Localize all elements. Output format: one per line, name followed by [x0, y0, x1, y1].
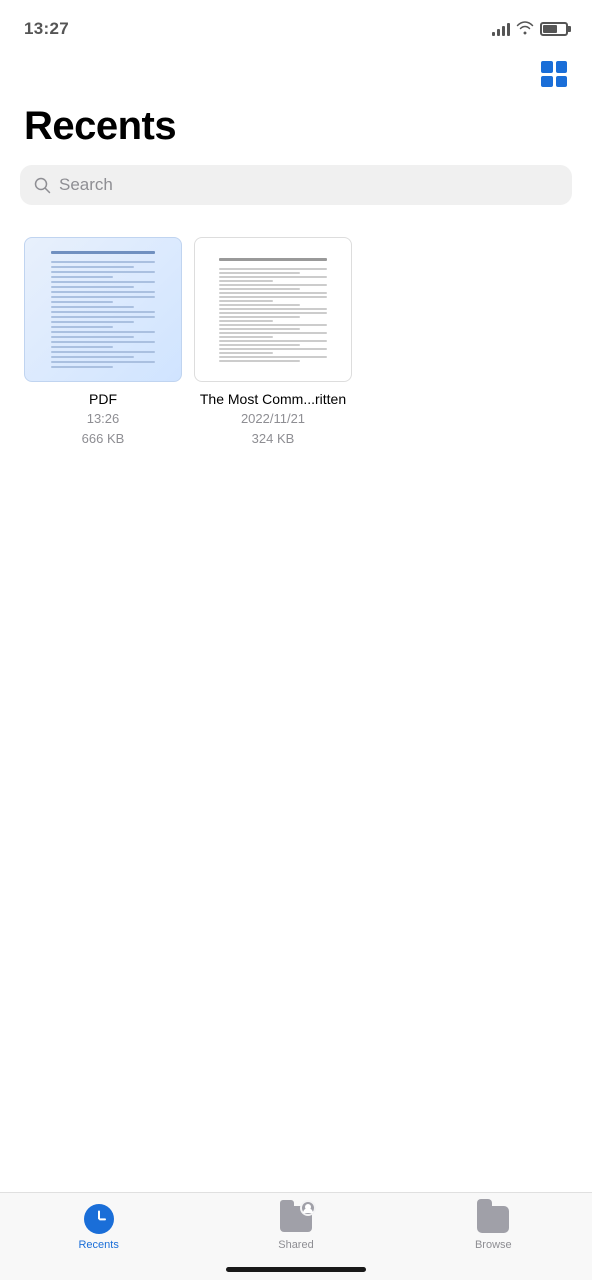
search-placeholder[interactable]: Search [59, 175, 558, 195]
grid-view-button[interactable] [536, 56, 572, 92]
grid-icon [541, 61, 567, 87]
file-name: PDF [89, 390, 117, 408]
file-size: 324 KB [252, 430, 295, 448]
recents-icon [83, 1203, 115, 1235]
file-date: 2022/11/21 [241, 410, 305, 428]
file-thumbnail [24, 237, 182, 382]
file-size: 666 KB [82, 430, 125, 448]
shared-icon [280, 1203, 312, 1235]
search-icon [34, 177, 51, 194]
tab-shared-label: Shared [278, 1239, 313, 1251]
signal-icon [492, 22, 510, 36]
tab-browse-label: Browse [475, 1239, 512, 1251]
page-title: Recents [0, 100, 592, 165]
tab-recents[interactable]: Recents [49, 1203, 149, 1251]
status-icons [492, 21, 568, 38]
file-item[interactable]: PDF 13:26 666 KB [24, 237, 182, 449]
status-bar: 13:27 [0, 0, 592, 52]
search-container: Search [0, 165, 592, 229]
file-grid: PDF 13:26 666 KB [0, 229, 592, 457]
file-name: The Most Comm...ritten [200, 390, 346, 408]
file-date: 13:26 [87, 410, 120, 428]
file-thumbnail [194, 237, 352, 382]
browse-icon [477, 1203, 509, 1235]
tab-shared[interactable]: Shared [246, 1203, 346, 1251]
tab-recents-label: Recents [78, 1239, 118, 1251]
wifi-icon [516, 21, 534, 38]
search-bar[interactable]: Search [20, 165, 572, 205]
file-item[interactable]: The Most Comm...ritten 2022/11/21 324 KB [194, 237, 352, 449]
status-time: 13:27 [24, 19, 69, 39]
tab-browse[interactable]: Browse [443, 1203, 543, 1251]
header [0, 52, 592, 100]
battery-icon [540, 22, 568, 36]
home-indicator [226, 1267, 366, 1272]
